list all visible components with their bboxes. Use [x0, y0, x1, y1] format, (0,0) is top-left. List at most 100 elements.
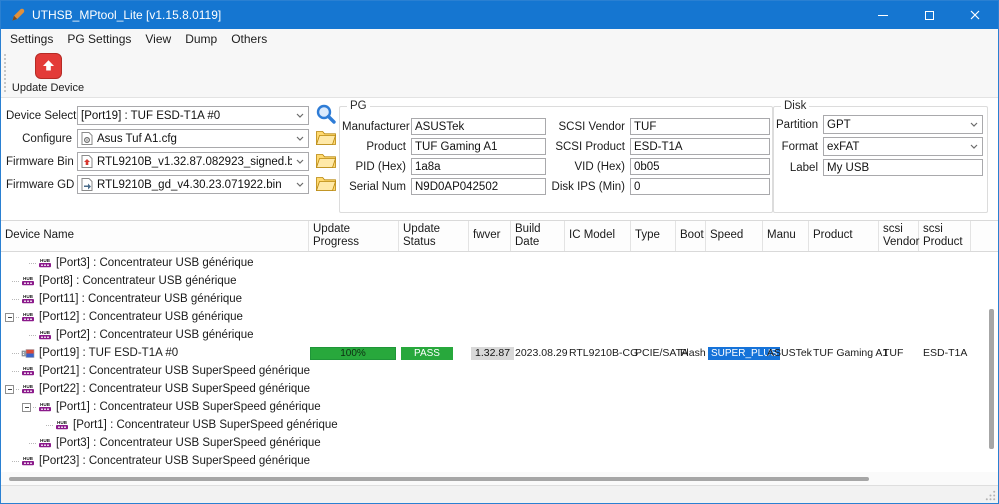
svg-text:HUB: HUB [40, 402, 51, 407]
device-select-combobox[interactable]: [Port19] : TUF ESD-T1A #0 [77, 106, 309, 125]
menu-item-label: Others [231, 32, 267, 46]
collapse-expander-icon[interactable] [22, 403, 31, 412]
vertical-scrollbar-thumb[interactable] [989, 309, 994, 449]
menu-item-label: Settings [10, 32, 53, 46]
column-header-update-status[interactable]: Update Status [399, 221, 469, 251]
tree-row[interactable]: HUB[Port8] : Concentrateur USB générique [1, 272, 998, 290]
format-value: exFAT [827, 141, 966, 153]
resize-grip[interactable] [985, 490, 996, 501]
tree-row[interactable]: HUB[Port21] : Concentrateur USB SuperSpe… [1, 362, 998, 380]
column-header-device-name[interactable]: Device Name [1, 221, 309, 251]
product-input[interactable] [411, 138, 546, 155]
column-header-fwver[interactable]: fwver [469, 221, 511, 251]
configure-browse-button[interactable] [312, 128, 339, 150]
horizontal-scrollbar[interactable] [1, 472, 998, 485]
svg-text:HUB: HUB [23, 312, 34, 317]
tree-branch-line [12, 281, 19, 282]
tree-row-label: [Port3] : Concentrateur USB générique [56, 257, 254, 269]
column-header-label: Speed [710, 229, 743, 242]
column-header-manu[interactable]: Manu [763, 221, 809, 251]
collapse-expander-icon[interactable] [5, 313, 14, 322]
vid-hex-input[interactable] [630, 158, 770, 175]
column-header-type[interactable]: Type [631, 221, 676, 251]
menu-bar: Settings PG SettingsViewDump Others [1, 29, 998, 49]
column-header-boot[interactable]: Boot [676, 221, 706, 251]
firmware-gd-value: RTL9210B_gd_v4.30.23.071922.bin [97, 179, 292, 191]
tree-row-label: [Port2] : Concentrateur USB générique [56, 329, 254, 341]
menu-item-others[interactable]: Others [224, 30, 274, 48]
label-input[interactable] [823, 159, 983, 176]
menu-item-pg-settings[interactable]: PG Settings [60, 30, 138, 48]
column-header-label: fwver [473, 229, 500, 242]
tree-row[interactable]: HUB[Port2] : Concentrateur USB générique [1, 326, 998, 344]
tree-connector [22, 403, 36, 412]
column-header-ic-model[interactable]: IC Model [565, 221, 631, 251]
column-header-scsi-vendor[interactable]: scsi Vendor [879, 221, 919, 251]
update-status-badge: PASS [401, 347, 453, 360]
chevron-down-icon [296, 159, 304, 164]
cell-manu: ASUSTek [767, 344, 812, 362]
manufacturer-label: Manufacturer [342, 121, 406, 133]
firmware-gd-combobox[interactable]: RTL9210B_gd_v4.30.23.071922.bin [77, 175, 309, 194]
form-panel: Device Select[Port19] : TUF ESD-T1A #0Co… [1, 98, 998, 220]
pid-hex-label: PID (Hex) [342, 161, 406, 173]
svg-text:HUB: HUB [40, 258, 51, 263]
cell-boot: Flash [680, 344, 706, 362]
tree-row[interactable]: HUB[Port12] : Concentrateur USB génériqu… [1, 308, 998, 326]
scsi-product-label: SCSI Product [551, 141, 625, 153]
column-header-product[interactable]: Product [809, 221, 879, 251]
cell-scsi-product: ESD-T1A [923, 344, 967, 362]
device-select-value: [Port19] : TUF ESD-T1A #0 [81, 110, 292, 122]
tree-row[interactable]: HUB[Port1] : Concentrateur USB SuperSpee… [1, 416, 998, 434]
column-header-speed[interactable]: Speed [706, 221, 763, 251]
tree-row-label: [Port1] : Concentrateur USB SuperSpeed g… [73, 419, 338, 431]
status-bar [1, 485, 998, 503]
tree-row-device[interactable]: [Port19] : TUF ESD-T1A #0100%PASS1.32.87… [1, 344, 998, 362]
tree-branch-line [16, 317, 19, 318]
menu-item-dump[interactable]: Dump [178, 30, 224, 48]
firmware-bin-combobox[interactable]: RTL9210B_v1.32.87.082923_signed.bin [77, 152, 309, 171]
column-header-build-date[interactable]: Build Date [511, 221, 565, 251]
pg-group: PG ManufacturerSCSI VendorProductSCSI Pr… [339, 100, 773, 213]
firmware-gd-label: Firmware GD [6, 179, 72, 191]
serial-num-input[interactable] [411, 178, 546, 195]
tree-row[interactable]: HUB[Port22] : Concentrateur USB SuperSpe… [1, 380, 998, 398]
format-combobox[interactable]: exFAT [823, 137, 983, 156]
menu-item-settings[interactable]: Settings [3, 30, 60, 48]
device-select-label: Device Select [6, 110, 72, 122]
column-header-update-progress[interactable]: Update Progress [309, 221, 399, 251]
tree-branch-line [29, 263, 36, 264]
horizontal-scrollbar-thumb[interactable] [9, 477, 869, 481]
column-header-scsi-product[interactable]: scsi Product [919, 221, 971, 251]
chevron-down-icon [296, 136, 304, 141]
tree-connector [5, 299, 19, 300]
pid-hex-input[interactable] [411, 158, 546, 175]
partition-combobox[interactable]: GPT [823, 115, 983, 134]
firmware-bin-browse-button[interactable] [312, 151, 339, 173]
vertical-scrollbar[interactable] [985, 254, 998, 472]
close-button[interactable] [952, 1, 998, 29]
disk-ips-input[interactable] [630, 178, 770, 195]
usb-hub-icon: HUB [21, 365, 35, 377]
partition-label: Partition [776, 119, 818, 131]
update-device-button[interactable]: Update Device [14, 49, 82, 97]
tree-row[interactable]: HUB[Port1] : Concentrateur USB SuperSpee… [1, 398, 998, 416]
tree-row[interactable]: HUB[Port3] : Concentrateur USB SuperSpee… [1, 434, 998, 452]
configure-combobox[interactable]: Asus Tuf A1.cfg [77, 129, 309, 148]
scsi-product-input[interactable] [630, 138, 770, 155]
scsi-vendor-input[interactable] [630, 118, 770, 135]
collapse-expander-icon[interactable] [5, 385, 14, 394]
firmware-gd-browse-button[interactable] [312, 174, 339, 196]
menu-item-view[interactable]: View [138, 30, 178, 48]
manufacturer-input[interactable] [411, 118, 546, 135]
maximize-button[interactable] [906, 1, 952, 29]
minimize-button[interactable] [860, 1, 906, 29]
tree-connector [5, 385, 19, 394]
tree-row[interactable]: HUB [Port3] : Concentrateur USB générique [1, 254, 998, 272]
tree-row[interactable]: HUB[Port23] : Concentrateur USB SuperSpe… [1, 452, 998, 470]
device-select-search-button[interactable] [312, 105, 339, 127]
update-device-icon [35, 53, 62, 79]
toolbar-grip-icon [4, 54, 7, 92]
window-title: UTHSB_MPtool_Lite [v1.15.8.0119] [32, 8, 221, 22]
tree-row[interactable]: HUB[Port11] : Concentrateur USB génériqu… [1, 290, 998, 308]
